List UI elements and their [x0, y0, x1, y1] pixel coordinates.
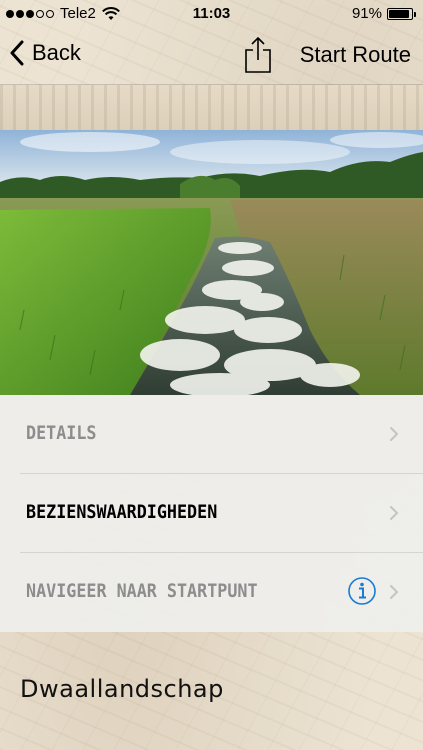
menu-panel: DETAILS BEZIENSWAARDIGHEDEN NAVIGEER NAA… — [0, 395, 423, 632]
back-button[interactable]: Back — [10, 40, 81, 66]
landscape-photo — [0, 130, 423, 395]
status-right: 91% — [351, 5, 416, 22]
menu-item-label: NAVIGEER NAAR STARTPUNT — [26, 580, 258, 602]
menu-item-label: BEZIENSWAARDIGHEDEN — [26, 501, 218, 523]
chevron-left-icon — [10, 40, 24, 66]
start-route-button[interactable]: Start Route — [300, 42, 411, 68]
chevron-right-icon — [390, 427, 398, 441]
back-label: Back — [32, 40, 81, 65]
share-icon[interactable] — [243, 36, 273, 74]
menu-item-label: DETAILS — [26, 422, 97, 444]
chevron-right-icon — [390, 506, 398, 520]
nav-divider — [0, 84, 423, 85]
menu-item-navigeer-naar-startpunt[interactable]: NAVIGEER NAAR STARTPUNT — [20, 553, 423, 632]
status-bar: Tele2 11:03 91% — [0, 0, 423, 28]
route-title: Dwaallandschap — [20, 675, 224, 703]
battery-icon — [387, 7, 416, 20]
battery-level — [389, 9, 410, 18]
map-strip — [0, 85, 423, 130]
chevron-right-icon — [390, 585, 398, 599]
battery-percent: 91% — [351, 5, 382, 22]
landscape-illustration — [0, 130, 423, 395]
navigation-bar: Back Start Route — [0, 28, 423, 85]
info-icon[interactable] — [347, 576, 377, 606]
menu-item-details[interactable]: DETAILS — [20, 395, 423, 474]
menu-item-bezienswaardigheden[interactable]: BEZIENSWAARDIGHEDEN — [20, 474, 423, 553]
